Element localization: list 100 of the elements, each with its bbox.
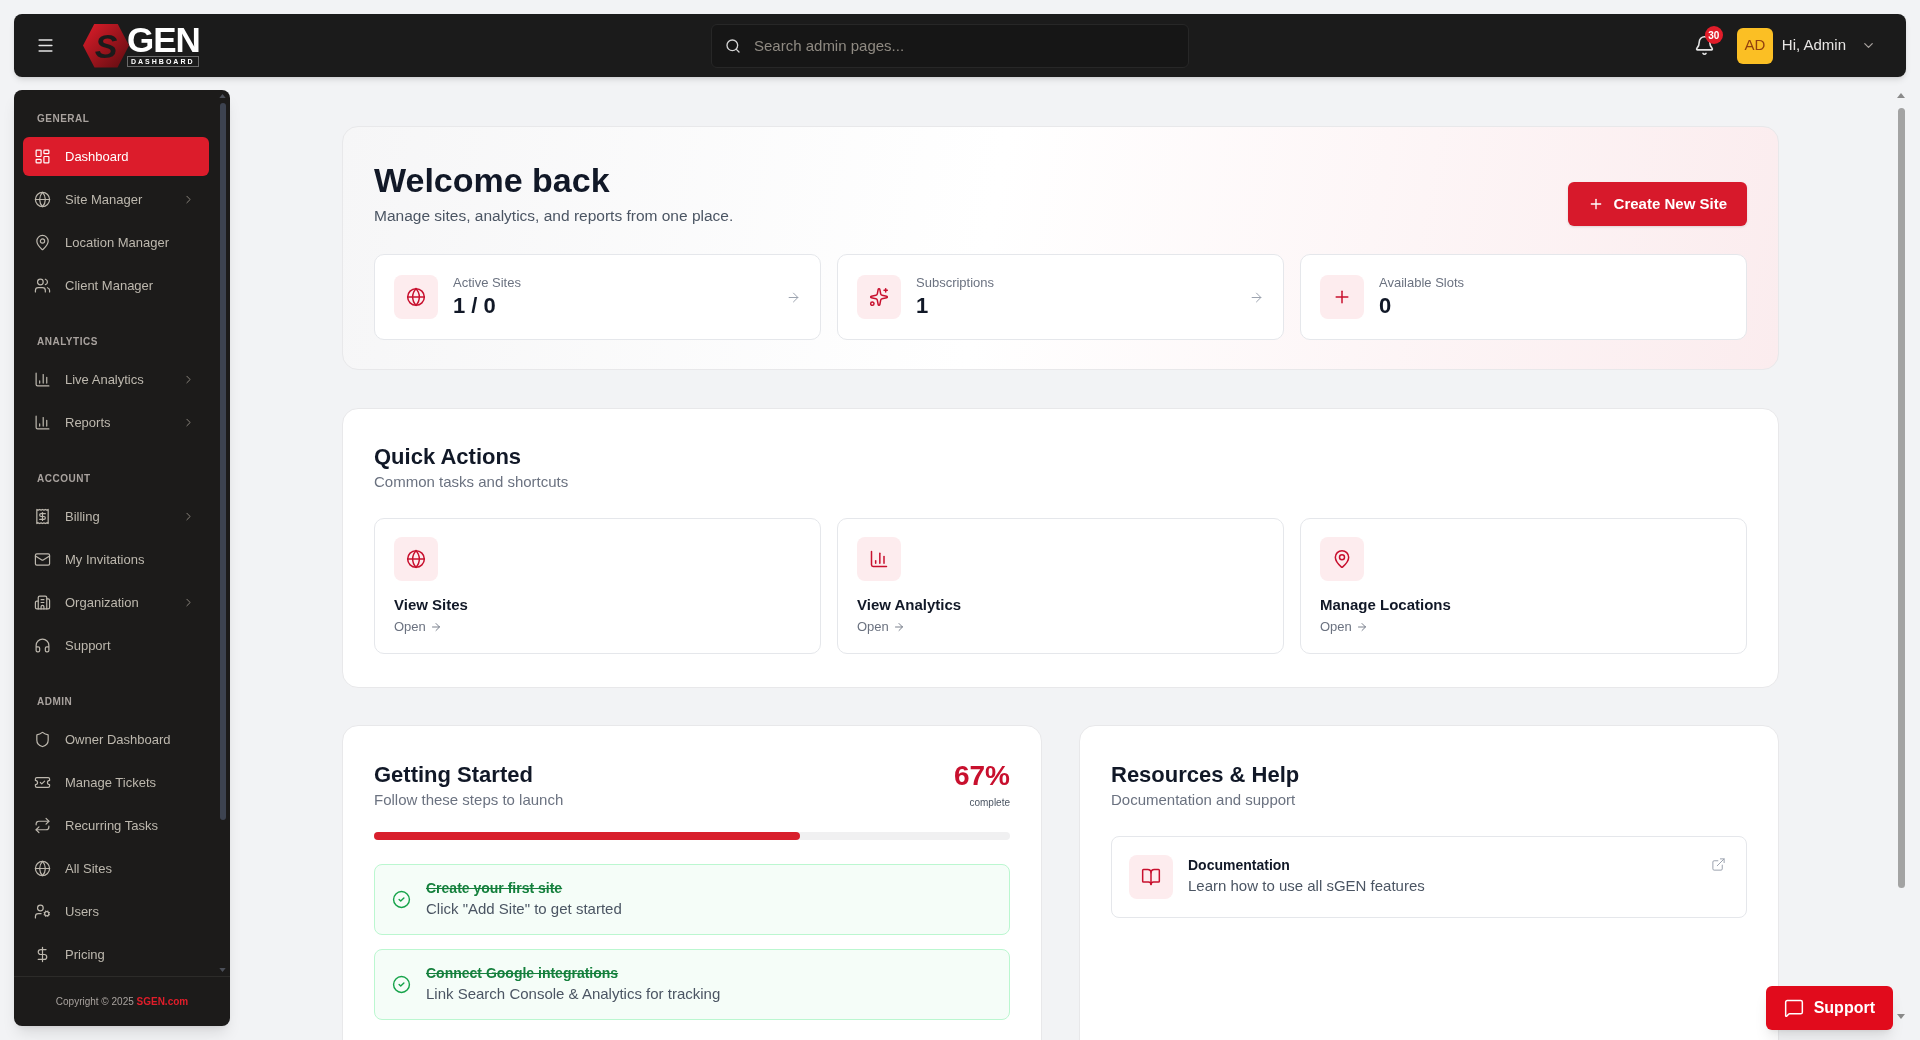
scroll-up-icon[interactable]	[1897, 93, 1905, 98]
step-description: Link Search Console & Analytics for tracking	[426, 984, 721, 1004]
bar-chart-icon	[857, 537, 901, 581]
envelope-icon	[34, 551, 51, 568]
sidebar-item[interactable]: Organization	[23, 583, 209, 622]
stat-value: 1 / 0	[453, 292, 497, 320]
notification-badge: 30	[1704, 26, 1723, 44]
step-description: Click "Add Site" to get started	[426, 899, 622, 919]
map-pin-icon	[1320, 537, 1364, 581]
stat-label: Active Sites	[453, 274, 521, 292]
section-label: ADMIN	[36, 695, 74, 709]
sidebar-item[interactable]: Reports	[23, 403, 209, 442]
plus-icon	[1320, 275, 1364, 319]
sidebar-item[interactable]: Dashboard	[23, 137, 209, 176]
bar-chart-icon	[34, 371, 51, 388]
arrow-right-icon	[429, 621, 442, 633]
shield-icon	[34, 731, 51, 748]
user-gear-icon	[34, 903, 51, 920]
search-field[interactable]: Search admin pages...	[711, 23, 1189, 68]
sidebar-item[interactable]: Site Manager	[23, 180, 209, 219]
arrow-right-icon[interactable]	[786, 289, 801, 305]
scroll-down-icon[interactable]	[219, 968, 226, 972]
progress-caption: complete	[969, 796, 1010, 810]
create-site-button[interactable]: Create New Site	[1567, 182, 1747, 226]
globe-icon	[394, 275, 438, 319]
headphones-icon	[34, 637, 51, 654]
footer-link[interactable]: SGEN.com	[136, 996, 189, 1007]
sidebar-item[interactable]: Billing	[23, 497, 209, 536]
section-title: Getting Started	[374, 761, 534, 789]
section-subtitle: Common tasks and shortcuts	[374, 472, 570, 492]
menu-icon[interactable]	[36, 36, 55, 55]
section-title: Resources & Help	[1111, 761, 1301, 789]
logo-text: GEN	[127, 24, 200, 55]
sidebar-item[interactable]: Pricing	[23, 935, 209, 974]
receipt-icon	[34, 508, 51, 525]
sidebar-item[interactable]: Client Manager	[23, 266, 209, 305]
users-icon	[34, 277, 51, 294]
section-subtitle: Follow these steps to launch	[374, 790, 564, 810]
sidebar-item[interactable]: Manage Tickets	[23, 763, 209, 802]
layout-grid-icon	[34, 148, 51, 165]
step-title: Create your first site	[426, 879, 564, 898]
globe-icon	[34, 191, 51, 208]
book-icon	[1129, 855, 1173, 899]
sidebar-item[interactable]: Live Analytics	[23, 360, 209, 399]
user-menu[interactable]: AD Hi, Admin	[1736, 27, 1876, 64]
globe-icon	[394, 537, 438, 581]
sidebar-item[interactable]: Support	[23, 626, 209, 665]
avatar: AD	[1736, 27, 1773, 64]
globe-icon	[34, 860, 51, 877]
action-title: View Sites	[394, 595, 468, 615]
check-circle-icon	[392, 975, 411, 994]
arrow-right-icon	[1355, 621, 1368, 633]
scrollbar-thumb[interactable]	[1897, 108, 1905, 888]
section-label: GENERAL	[36, 112, 91, 126]
check-circle-icon	[392, 890, 411, 909]
section-subtitle: Documentation and support	[1111, 790, 1297, 810]
sidebar-item[interactable]: My Invitations	[23, 540, 209, 579]
copyright-text: Copyright © 2025 SGEN.com	[55, 995, 189, 1009]
resource-link[interactable]: Documentation Learn how to use all sGEN features	[1111, 836, 1747, 918]
quick-action-card[interactable]: Manage Locations Open	[1300, 518, 1747, 654]
open-label: Open	[857, 618, 889, 636]
section-label: ACCOUNT	[36, 472, 92, 486]
scroll-down-icon[interactable]	[1897, 1014, 1905, 1019]
chat-bubble-icon	[1783, 998, 1804, 1018]
welcome-subtitle: Manage sites, analytics, and reports from one place.	[374, 206, 734, 226]
sparkles-icon	[857, 275, 901, 319]
sidebar-item[interactable]: Owner Dashboard	[23, 720, 209, 759]
support-button[interactable]: Support	[1765, 986, 1893, 1030]
building-icon	[34, 594, 51, 611]
resource-description: Learn how to use all sGEN features	[1188, 876, 1426, 896]
sidebar-item[interactable]: Location Manager	[23, 223, 209, 262]
sidebar-item[interactable]: Users	[23, 892, 209, 931]
scroll-up-icon[interactable]	[219, 94, 226, 98]
logo-mark: S	[83, 23, 129, 68]
welcome-title: Welcome back	[374, 160, 611, 200]
search-icon	[725, 37, 741, 54]
open-label: Open	[394, 618, 426, 636]
scrollbar-thumb[interactable]	[219, 103, 226, 820]
stat-label: Available Slots	[1379, 274, 1465, 292]
arrow-right-icon	[892, 621, 905, 633]
sidebar-item[interactable]: All Sites	[23, 849, 209, 888]
stat-label: Subscriptions	[916, 274, 995, 292]
progress-percent: 67%	[953, 761, 1010, 791]
section-label: ANALYTICS	[36, 335, 99, 349]
stat-value: 0	[1379, 292, 1393, 320]
quick-action-card[interactable]: View Analytics Open	[837, 518, 1284, 654]
open-label: Open	[1320, 618, 1352, 636]
action-title: View Analytics	[857, 595, 962, 615]
resource-title: Documentation	[1188, 856, 1291, 875]
external-link-icon	[1711, 857, 1726, 872]
sidebar-item[interactable]: Recurring Tasks	[23, 806, 209, 845]
quick-action-card[interactable]: View Sites Open	[374, 518, 821, 654]
action-title: Manage Locations	[1320, 595, 1451, 615]
step-title: Connect Google integrations	[426, 964, 620, 983]
bar-chart-icon	[34, 414, 51, 431]
stat-value: 1	[916, 292, 930, 320]
arrow-right-icon[interactable]	[1249, 289, 1264, 305]
section-title: Quick Actions	[374, 443, 523, 471]
ticket-icon	[34, 774, 51, 791]
map-pin-icon	[34, 234, 51, 251]
